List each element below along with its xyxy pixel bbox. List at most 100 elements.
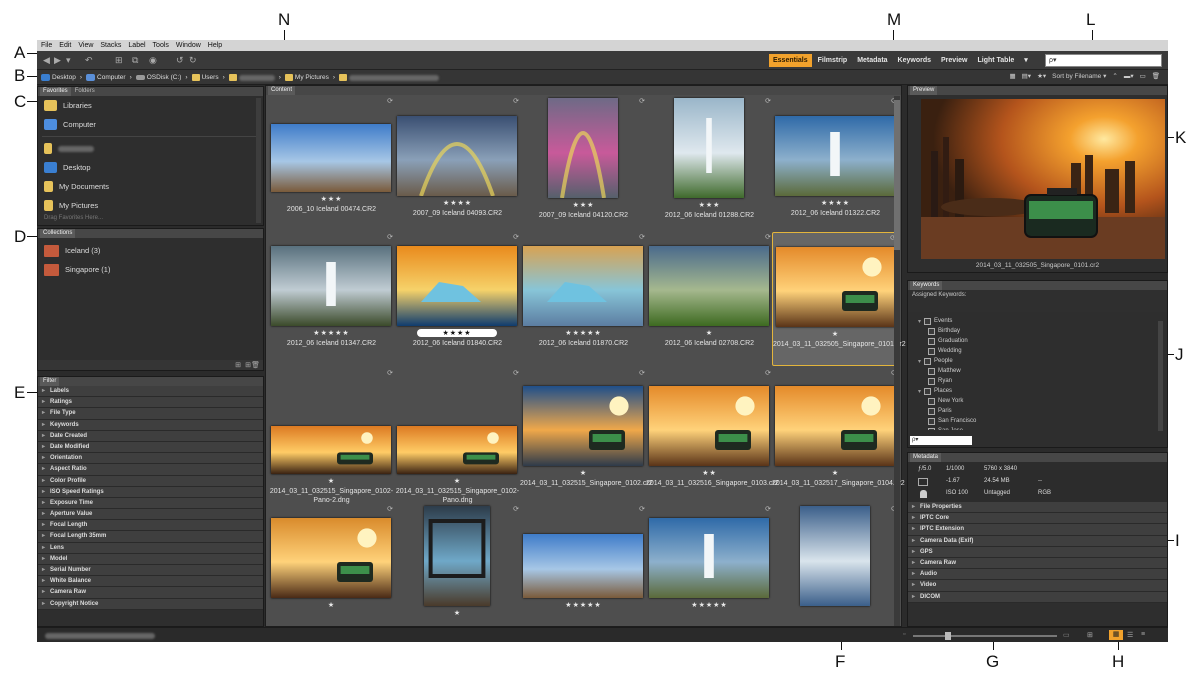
thumbnail-image[interactable]	[523, 386, 643, 466]
menu-tools[interactable]: Tools	[153, 42, 169, 49]
back-arrow-icon[interactable]: ◀	[43, 55, 50, 66]
scrollbar-thumb[interactable]	[894, 100, 900, 250]
metadata-section[interactable]: DICOM	[908, 591, 1167, 603]
keyword-checkbox[interactable]	[928, 347, 935, 355]
menu-view[interactable]: View	[78, 42, 93, 49]
filter-row[interactable]: Labels	[38, 386, 263, 398]
get-photos-icon[interactable]: ⊞	[115, 55, 123, 66]
lock-grid-icon[interactable]: ⊞	[1087, 631, 1093, 639]
scrollbar[interactable]	[256, 98, 261, 223]
chevron-down-icon[interactable]: ▾	[918, 358, 921, 365]
favorite-my-pictures[interactable]: My Pictures	[38, 196, 263, 215]
keyword-item[interactable]: Wedding	[918, 346, 1167, 356]
rating-stars[interactable]: ★★★★	[417, 329, 497, 337]
rating-stars[interactable]: ★★★	[646, 201, 773, 209]
filter-row[interactable]: Aspect Ratio	[38, 464, 263, 476]
thumbnail-image[interactable]	[397, 426, 517, 474]
new-smart-collection-icon[interactable]: ⊞	[235, 361, 241, 369]
rating-stars[interactable]: ★	[394, 609, 521, 617]
thumbnail-cell[interactable]: ⟳ ★★★★ 2012_06 Iceland 01840.CR2	[394, 232, 521, 366]
filter-row[interactable]: ISO Speed Ratings	[38, 486, 263, 498]
keyword-checkbox[interactable]	[924, 357, 932, 365]
open-recent-icon[interactable]: ▬▾	[1124, 72, 1134, 80]
keyword-checkbox[interactable]	[928, 377, 935, 385]
keyword-item[interactable]: Ryan	[918, 376, 1167, 386]
thumbnail-image[interactable]	[649, 386, 769, 466]
menu-help[interactable]: Help	[208, 42, 222, 49]
sort-direction-icon[interactable]: ⌃	[1112, 72, 1117, 80]
thumbnail-image[interactable]	[271, 124, 391, 192]
thumbnail-cell[interactable]: ⟳ ★★★★ 2007_09 Iceland 04093.CR2	[394, 96, 521, 230]
keyword-group[interactable]: ▾ People	[918, 356, 1167, 366]
thumbnail-cell[interactable]: ⟳ ★★★ 2012_06 Iceland 01288.CR2	[646, 96, 773, 230]
thumbnail-cell[interactable]: ⟳ ★★★★★ 2012_06 Iceland 01347.CR2	[268, 232, 395, 366]
thumbnail-cell[interactable]: ⟳ ★	[394, 504, 521, 638]
filter-row[interactable]: Exposure Time	[38, 497, 263, 510]
thumbnail-cell[interactable]: ⟳ ★★★★★	[520, 504, 647, 638]
thumbnail-cell[interactable]: ⟳ ★	[268, 504, 395, 638]
keyword-search-input[interactable]: ρ▾	[910, 436, 972, 445]
keyword-item[interactable]: Birthday	[918, 326, 1167, 336]
crumb-mypictures[interactable]: My Pictures	[284, 74, 329, 81]
rating-stars[interactable]: ★★★	[520, 201, 647, 209]
keyword-checkbox[interactable]	[928, 417, 935, 425]
filter-row[interactable]: Camera Raw	[38, 587, 263, 599]
chevron-down-icon[interactable]: ▾	[918, 318, 921, 325]
rating-stars[interactable]: ★	[772, 469, 899, 477]
thumbnail-cell[interactable]: ⟳★★★★2012_06 Iceland 01322.CR2	[772, 96, 899, 230]
rating-stars[interactable]: ★	[520, 469, 647, 477]
crumb-osdisk[interactable]: OSDisk (C:)	[135, 74, 181, 81]
forward-arrow-icon[interactable]: ▶	[54, 55, 61, 66]
rating-stars[interactable]: ★★	[646, 469, 773, 477]
thumbnail-image[interactable]	[775, 116, 895, 196]
filter-items-icon[interactable]: ▤▾	[1022, 72, 1031, 80]
rotate-right-icon[interactable]: ↻	[189, 55, 197, 66]
rating-stars[interactable]: ★★★★	[394, 199, 521, 207]
workspace-filmstrip[interactable]: Filmstrip	[814, 54, 852, 67]
filter-row[interactable]: Ratings	[38, 397, 263, 409]
thumbnail-image[interactable]	[271, 246, 391, 326]
preview-image[interactable]	[921, 99, 1165, 259]
collection-iceland[interactable]: Iceland (3)	[38, 241, 263, 260]
zoom-out-icon[interactable]: ▫	[903, 631, 905, 638]
thumbnail-cell[interactable]: ⟳ ★★ 2014_03_11_032516_Singapore_0103.cr2	[646, 368, 779, 502]
tab-collections[interactable]: Collections	[40, 229, 76, 238]
rating-stars[interactable]: ★	[268, 477, 395, 485]
rating-filter-icon[interactable]: ★▾	[1037, 72, 1046, 80]
keyword-checkbox[interactable]	[928, 337, 935, 345]
rating-stars[interactable]: ★★★★	[772, 199, 899, 207]
slider-thumb[interactable]	[945, 632, 951, 640]
keyword-checkbox[interactable]	[924, 317, 932, 325]
thumbnail-image[interactable]	[271, 426, 391, 474]
metadata-section[interactable]: GPS	[908, 546, 1167, 558]
thumbnail-image[interactable]	[424, 506, 490, 606]
tab-filter[interactable]: Filter	[40, 377, 60, 386]
keyword-checkbox[interactable]	[928, 397, 935, 405]
content-scrollbar[interactable]	[894, 96, 900, 626]
rating-stars[interactable]: ★	[268, 601, 395, 609]
filter-row[interactable]: File Type	[38, 408, 263, 420]
filter-row[interactable]: Serial Number	[38, 565, 263, 577]
rating-stars[interactable]: ★★★★★	[646, 601, 773, 609]
thumbnail-image[interactable]	[800, 506, 870, 606]
crumb-user[interactable]	[228, 74, 275, 81]
delete-collection-icon[interactable]: 🗑	[251, 361, 260, 369]
thumbnail-cell[interactable]: ⟳	[772, 504, 899, 638]
crumb-desktop[interactable]: Desktop	[41, 74, 76, 81]
workspace-essentials[interactable]: Essentials	[769, 54, 812, 67]
filter-row[interactable]: Focal Length	[38, 520, 263, 532]
thumbnail-image[interactable]	[397, 246, 517, 326]
filter-row[interactable]: White Balance	[38, 576, 263, 588]
thumbnail-cell[interactable]: ⟳ ★★★★★ 2012_06 Iceland 01870.CR2	[520, 232, 647, 366]
thumbnail-image[interactable]	[649, 246, 769, 326]
tab-keywords[interactable]: Keywords	[910, 281, 943, 290]
metadata-section[interactable]: IPTC Extension	[908, 524, 1167, 536]
open-in-camera-raw-icon[interactable]: ◉	[149, 55, 157, 66]
recent-dropdown-icon[interactable]: ▾	[66, 55, 71, 66]
metadata-section[interactable]: Camera Raw	[908, 557, 1167, 570]
favorite-desktop[interactable]: Desktop	[38, 158, 263, 177]
collection-singapore[interactable]: Singapore (1)	[38, 260, 263, 279]
crumb-computer[interactable]: Computer	[86, 74, 126, 81]
rating-stars[interactable]: ★★★★★	[520, 329, 647, 337]
filter-row[interactable]: Color Profile	[38, 475, 263, 487]
